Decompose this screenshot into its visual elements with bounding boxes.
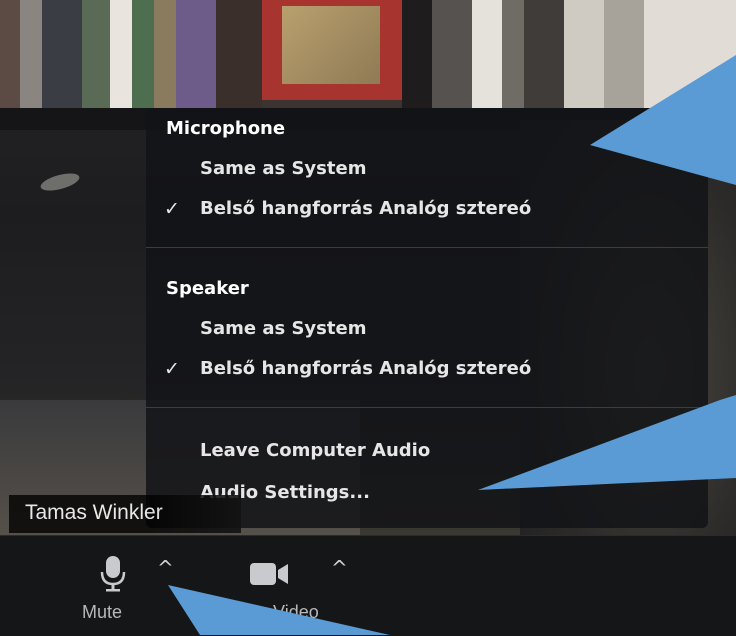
audio-options-menu: Microphone Same as System ✓ Belső hangfo… xyxy=(146,108,708,528)
video-camera-icon xyxy=(250,563,288,585)
checkmark-icon: ✓ xyxy=(164,358,180,380)
microphone-icon xyxy=(100,556,126,592)
video-options-chevron-icon[interactable]: ^ xyxy=(331,556,348,580)
menu-divider xyxy=(146,407,708,408)
microphone-option-label: Belső hangforrás Analóg sztereó xyxy=(200,198,532,219)
speaker-option-label: Belső hangforrás Analóg sztereó xyxy=(200,358,532,379)
speaker-header: Speaker xyxy=(166,278,249,299)
menu-divider xyxy=(146,247,708,248)
mute-label: Mute xyxy=(82,602,123,622)
meeting-toolbar: Mute ^ p Video ^ xyxy=(0,535,736,636)
audio-options-chevron-icon[interactable]: ^ xyxy=(157,556,174,580)
participant-name-label: Tamas Winkler xyxy=(9,495,241,533)
mute-button[interactable]: Mute xyxy=(78,550,148,630)
checkmark-icon: ✓ xyxy=(164,198,180,220)
participant-name: Tamas Winkler xyxy=(25,501,163,524)
leave-computer-audio-item[interactable]: Leave Computer Audio xyxy=(200,440,430,461)
microphone-option-internal[interactable]: ✓ Belső hangforrás Analóg sztereó xyxy=(146,198,708,222)
microphone-option-same-as-system[interactable]: Same as System xyxy=(200,158,366,179)
stop-video-label: p Video xyxy=(258,602,319,622)
speaker-option-same-as-system[interactable]: Same as System xyxy=(200,318,366,339)
speaker-option-internal[interactable]: ✓ Belső hangforrás Analóg sztereó xyxy=(146,358,708,382)
microphone-header: Microphone xyxy=(166,118,286,139)
